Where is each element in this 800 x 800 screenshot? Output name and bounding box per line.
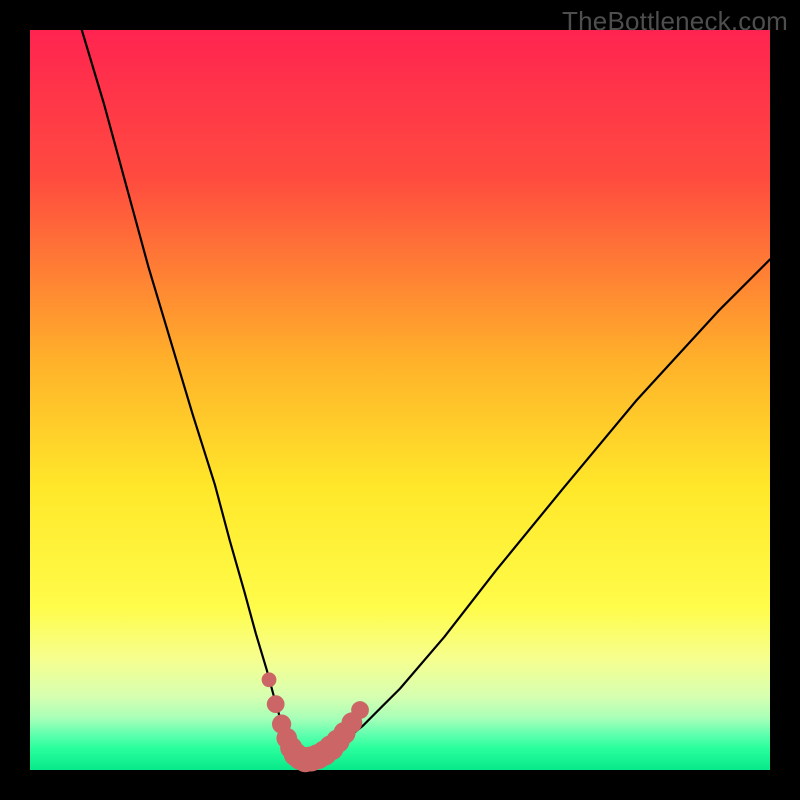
curve-marker	[262, 672, 277, 687]
watermark-text: TheBottleneck.com	[562, 6, 788, 37]
bottleneck-curve	[82, 30, 770, 759]
outer-frame: TheBottleneck.com	[0, 0, 800, 800]
curve-marker	[267, 695, 285, 713]
curve-marker	[351, 701, 369, 719]
curve-markers	[262, 672, 369, 772]
plot-area	[30, 30, 770, 770]
chart-svg	[30, 30, 770, 770]
